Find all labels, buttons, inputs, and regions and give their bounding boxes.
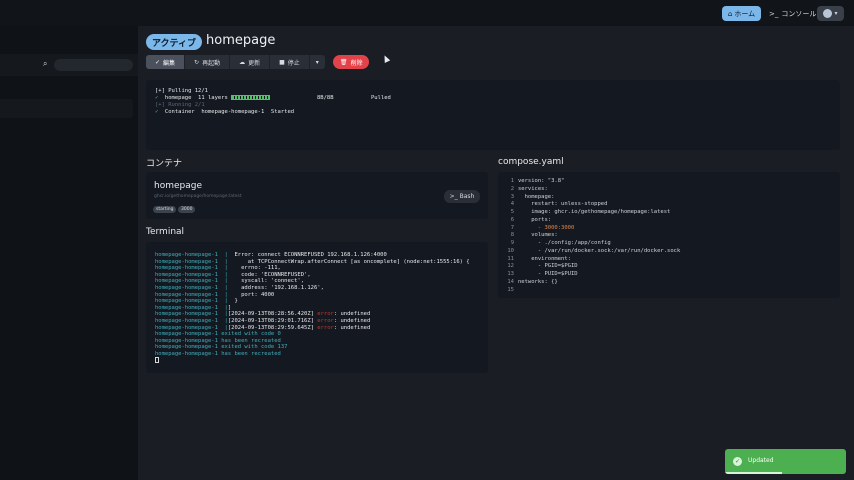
- yaml-line: 13 - PUID=$PUID: [507, 271, 578, 277]
- yaml-line: 6 ports:: [510, 216, 552, 223]
- yaml-line: 15: [507, 286, 514, 293]
- home-button[interactable]: ⌂ ホーム: [722, 6, 761, 21]
- output-line: [+] Running 2/1: [155, 102, 205, 108]
- yaml-line: 2 services:: [510, 185, 548, 192]
- search-icon: ⌕: [43, 59, 48, 68]
- yaml-line: 4 restart: unless-stopped: [510, 201, 608, 208]
- update-button[interactable]: ☁ 更新: [230, 55, 271, 69]
- yaml-line: 10 - /var/run/docker.sock:/var/run/docke…: [507, 247, 681, 254]
- compose-editor[interactable]: 1 version: "3.8" 2 services: 3 homepage: 4 re…: [498, 172, 840, 298]
- home-button-label: ホーム: [734, 9, 756, 18]
- console-label: コンソール: [781, 9, 817, 18]
- terminal-icon: >_: [769, 9, 779, 18]
- user-menu-button[interactable]: ▾: [817, 6, 844, 21]
- stop-button[interactable]: ■ 停止: [270, 55, 310, 69]
- pull-progress-bar: [231, 95, 271, 100]
- caret-down-icon: ▾: [315, 58, 319, 66]
- trash-icon: 🗑: [339, 58, 348, 66]
- yaml-line: 8 volumes:: [510, 232, 558, 239]
- delete-button[interactable]: 🗑 削除: [332, 55, 370, 69]
- yaml-line: 5 image: ghcr.io/gethomepage/homepage:la…: [510, 209, 671, 215]
- search-input[interactable]: [54, 59, 133, 71]
- delete-button-label: 削除: [350, 59, 363, 67]
- console-link[interactable]: >_ コンソール: [769, 6, 816, 21]
- stop-button-label: 停止: [287, 59, 300, 67]
- container-port-badge: 3000: [178, 206, 196, 213]
- page-title: homepage: [206, 33, 276, 48]
- check-circle-icon: ✓: [733, 457, 742, 466]
- sidebar-search: ⌕: [0, 54, 138, 76]
- process-output-panel: [+] Pulling 12/1 ✓ homepage 11 layers 8B…: [146, 80, 840, 150]
- action-button-group: ✓ 編集 ↻ 再起動 ☁ 更新 ■ 停止 ▾: [146, 55, 325, 69]
- output-line: ✓ Container homepage-homepage-1 Started: [155, 109, 295, 115]
- edit-button[interactable]: ✓ 編集: [146, 55, 186, 69]
- container-state-badge: starting: [153, 206, 177, 213]
- container-name: homepage: [154, 181, 202, 191]
- mouse-cursor: [381, 54, 391, 63]
- terminal-cursor: [155, 357, 159, 365]
- terminal-line: homepage-homepage-1 has been recreated: [155, 351, 281, 357]
- restart-icon: ↻: [194, 58, 200, 66]
- sidebar: ⌕: [0, 26, 138, 480]
- more-actions-dropdown[interactable]: ▾: [310, 55, 325, 69]
- yaml-line: 12 - PGID=$PGID: [507, 263, 578, 270]
- container-card: homepage ghcr.io/gethomepage/homepage:la…: [146, 172, 488, 219]
- chevron-down-icon: ▾: [834, 10, 838, 17]
- yaml-line: 14 networks: {}: [507, 278, 558, 285]
- bash-button-label: Bash: [459, 193, 475, 200]
- output-line: [+] Pulling 12/1: [155, 88, 208, 94]
- container-image: ghcr.io/gethomepage/homepage:latest: [154, 194, 242, 199]
- terminal-panel[interactable]: homepage-homepage-1 | Error: connect ECO…: [146, 242, 488, 373]
- containers-section-title: コンテナ: [146, 159, 183, 169]
- toast-progress-bar: [725, 472, 782, 474]
- compose-section-title: compose.yaml: [498, 157, 564, 167]
- avatar: [823, 9, 833, 18]
- restart-button[interactable]: ↻ 再起動: [185, 55, 231, 69]
- update-button-label: 更新: [248, 59, 261, 67]
- top-bar: ⌂ ホーム >_ コンソール ▾: [0, 0, 854, 26]
- restart-button-label: 再起動: [202, 59, 221, 67]
- cloud-download-icon: ☁: [239, 58, 246, 66]
- status-badge: アクティブ: [146, 34, 203, 50]
- check-icon: ✓: [155, 58, 161, 66]
- output-line: ✓ homepage 11 layers: [155, 95, 271, 102]
- terminal-icon: >_: [449, 193, 458, 200]
- output-line: 8B/8B: [317, 95, 334, 101]
- output-line: Pulled: [371, 95, 391, 101]
- yaml-line: 7 - 3000:3000: [510, 224, 575, 231]
- toast-notification: ✓ Updated: [725, 449, 846, 474]
- yaml-line: 3 homepage:: [510, 193, 555, 200]
- edit-button-label: 編集: [163, 59, 176, 67]
- terminal-section-title: Terminal: [146, 227, 185, 237]
- home-icon: ⌂: [727, 9, 733, 18]
- action-toolbar: ✓ 編集 ↻ 再起動 ☁ 更新 ■ 停止 ▾ 🗑 削除: [146, 55, 370, 69]
- bash-button[interactable]: >_ Bash: [444, 190, 480, 203]
- toast-message: Updated: [748, 457, 774, 464]
- yaml-line: 9 - ./config:/app/config: [510, 240, 611, 246]
- stop-icon: ■: [279, 58, 285, 66]
- yaml-line: 1 version: "3.8": [510, 178, 565, 184]
- yaml-line: 11 environment:: [507, 255, 571, 262]
- sidebar-item-selected[interactable]: [0, 99, 133, 118]
